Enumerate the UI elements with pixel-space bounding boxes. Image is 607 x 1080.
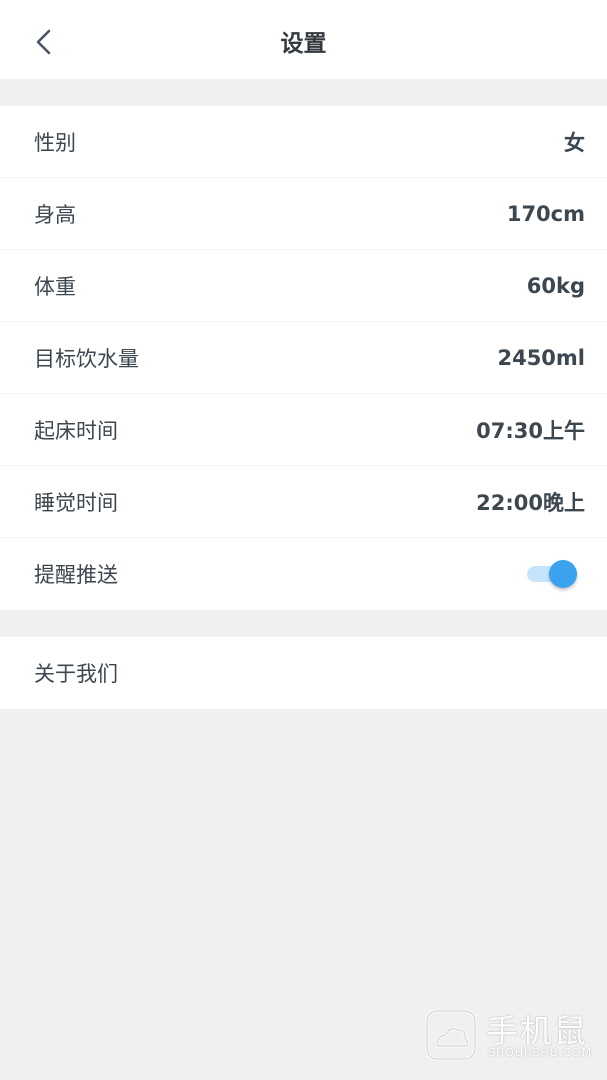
about-us-row[interactable]: 关于我们 bbox=[0, 637, 607, 709]
setting-label-gender: 性别 bbox=[34, 130, 76, 155]
settings-list: 性别 女 身高 170cm 体重 60kg 目标饮水量 2450ml 起床时间 … bbox=[0, 106, 607, 610]
setting-row-weight[interactable]: 体重 60kg bbox=[0, 250, 607, 322]
watermark: 手机鼠 SHOUJISHU.COM bbox=[422, 1002, 592, 1066]
setting-row-height[interactable]: 身高 170cm bbox=[0, 178, 607, 250]
watermark-subtext: SHOUJISHU.COM bbox=[488, 1046, 593, 1059]
setting-row-wake-time[interactable]: 起床时间 07:30上午 bbox=[0, 394, 607, 466]
header-bar: 设置 bbox=[0, 0, 607, 79]
setting-row-sleep-time[interactable]: 睡觉时间 22:00晚上 bbox=[0, 466, 607, 538]
setting-value-water-goal: 2450ml bbox=[497, 345, 585, 370]
setting-value-wake-time: 07:30上午 bbox=[476, 418, 585, 443]
back-button[interactable] bbox=[22, 20, 66, 64]
toggle-knob bbox=[549, 560, 577, 588]
reminder-toggle[interactable] bbox=[525, 558, 581, 590]
setting-label-height: 身高 bbox=[34, 202, 76, 227]
setting-value-height: 170cm bbox=[506, 201, 585, 226]
about-us-label: 关于我们 bbox=[34, 662, 118, 686]
chevron-left-icon bbox=[36, 29, 51, 55]
setting-label-wake-time: 起床时间 bbox=[34, 418, 118, 443]
setting-label-sleep-time: 睡觉时间 bbox=[34, 490, 118, 515]
setting-value-gender: 女 bbox=[564, 130, 585, 155]
page-title: 设置 bbox=[280, 31, 327, 57]
setting-label-reminder: 提醒推送 bbox=[34, 563, 118, 587]
setting-row-water-goal[interactable]: 目标饮水量 2450ml bbox=[0, 322, 607, 394]
setting-value-sleep-time: 22:00晚上 bbox=[476, 490, 585, 515]
watermark-logo-icon bbox=[425, 1009, 477, 1061]
setting-label-water-goal: 目标饮水量 bbox=[34, 346, 139, 371]
setting-row-gender[interactable]: 性别 女 bbox=[0, 106, 607, 178]
setting-value-weight: 60kg bbox=[526, 273, 585, 298]
about-section: 关于我们 bbox=[0, 637, 607, 709]
setting-row-reminder: 提醒推送 bbox=[0, 538, 607, 610]
setting-label-weight: 体重 bbox=[34, 274, 76, 299]
